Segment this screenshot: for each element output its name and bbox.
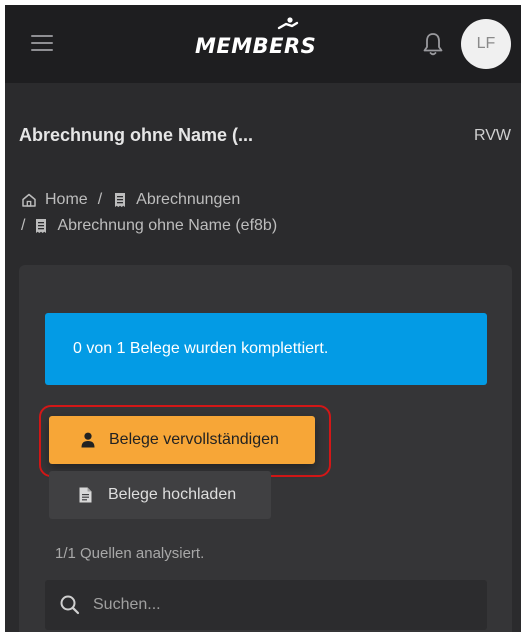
breadcrumb-current: Abrechnung ohne Name (ef8b)	[57, 217, 278, 234]
page-title: Abrechnung ohne Name (...	[19, 125, 254, 145]
logo-text: MEMBERS	[195, 34, 317, 58]
search-icon	[60, 595, 80, 615]
members-logo[interactable]: MEMBERS	[195, 17, 317, 61]
complete-receipts-label: Belege vervollständigen	[109, 431, 279, 448]
breadcrumb-home[interactable]: Home	[45, 187, 88, 213]
bell-icon[interactable]	[421, 31, 445, 57]
document-icon	[79, 487, 92, 503]
complete-receipts-button[interactable]: Belege vervollständigen	[49, 416, 315, 464]
receipt-icon	[36, 219, 47, 233]
breadcrumb-abrechnungen[interactable]: Abrechnungen	[136, 187, 240, 213]
screen: MEMBERS LF Abrechnung ohne Name (... RVW	[0, 0, 521, 632]
app-frame: MEMBERS LF Abrechnung ohne Name (... RVW	[5, 5, 521, 632]
person-icon	[81, 432, 95, 448]
info-alert-text: 0 von 1 Belege wurden komplettiert.	[73, 340, 329, 357]
breadcrumb-separator: /	[21, 217, 26, 234]
search-box[interactable]	[45, 580, 487, 630]
breadcrumb: Home / Abrechnungen / Abrechnung ohne Na…	[21, 187, 501, 239]
search-input[interactable]	[91, 595, 455, 615]
breadcrumb-separator: /	[97, 191, 103, 208]
receipt-icon	[115, 193, 126, 207]
top-bar: MEMBERS LF	[5, 5, 521, 83]
sources-status: 1/1 Quellen analysiert.	[55, 545, 205, 562]
content-card: 0 von 1 Belege wurden komplettiert. Bele…	[19, 265, 512, 632]
upload-receipts-button[interactable]: Belege hochladen	[49, 471, 271, 519]
hamburger-icon[interactable]	[31, 35, 53, 51]
info-alert: 0 von 1 Belege wurden komplettiert.	[45, 313, 487, 385]
upload-receipts-label: Belege hochladen	[108, 486, 237, 503]
page-tag: RVW	[473, 127, 511, 144]
home-icon	[22, 193, 36, 207]
user-avatar[interactable]: LF	[461, 19, 511, 69]
logo-figure-icon	[277, 17, 299, 30]
